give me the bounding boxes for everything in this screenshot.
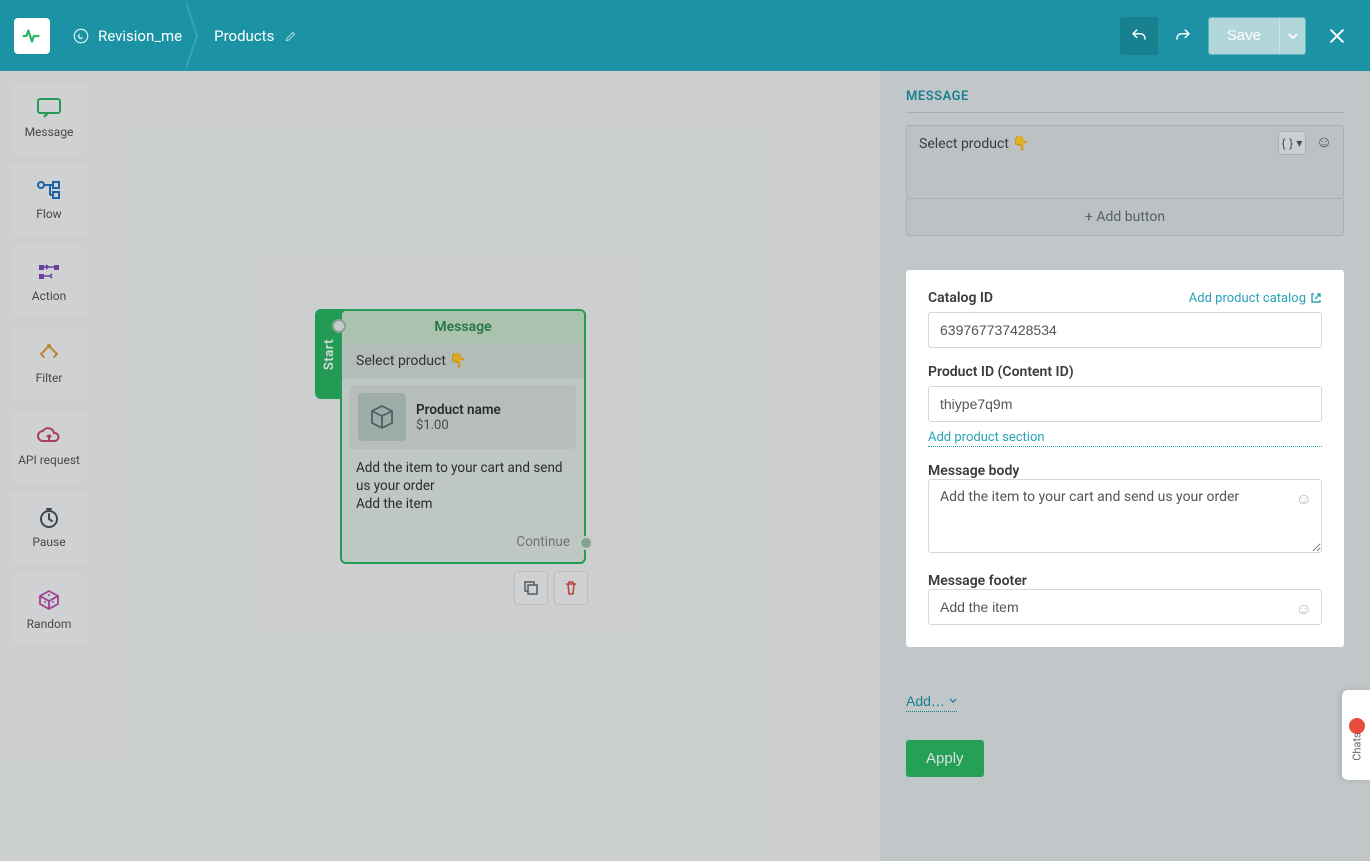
- add-element-menu[interactable]: Add…: [906, 693, 957, 712]
- undo-icon: [1130, 27, 1148, 45]
- node-title: Message: [342, 311, 584, 343]
- product-settings-card: Catalog ID Add product catalog Product I…: [906, 270, 1344, 647]
- emoji-button-body[interactable]: ☺: [1296, 489, 1312, 509]
- save-dropdown-button[interactable]: [1279, 18, 1305, 54]
- add-button[interactable]: + Add button: [906, 199, 1344, 236]
- properties-panel: MESSAGE Select product 👇 { } ▾ ☺ + Add b…: [880, 71, 1370, 861]
- apply-button[interactable]: Apply: [906, 740, 984, 777]
- node-port-in[interactable]: [332, 319, 346, 333]
- edit-icon[interactable]: [284, 29, 298, 43]
- app-header: Revision_me Products Save: [0, 0, 1370, 71]
- emoji-button-footer[interactable]: ☺: [1296, 599, 1312, 619]
- insert-variable-button[interactable]: { } ▾: [1278, 131, 1306, 155]
- product-id-input[interactable]: [928, 386, 1322, 422]
- whatsapp-icon: [72, 27, 90, 45]
- add-product-catalog-link[interactable]: Add product catalog: [1189, 291, 1322, 306]
- save-button[interactable]: Save: [1209, 18, 1279, 54]
- node-product-price: $1.00: [416, 418, 501, 433]
- node-product-card: Product name $1.00: [350, 385, 576, 449]
- message-node[interactable]: Message Select product 👇 Product name $1…: [340, 309, 586, 564]
- chats-indicator-icon: [1349, 718, 1365, 734]
- caret-down-icon: [949, 697, 957, 705]
- package-icon: [358, 393, 406, 441]
- external-link-icon: [1310, 292, 1322, 304]
- close-icon: [1327, 26, 1347, 46]
- chats-label: Chats: [1350, 732, 1363, 760]
- flow-canvas[interactable]: Start Message Select product 👇 Product n…: [0, 71, 880, 861]
- node-prompt: Select product 👇: [342, 343, 584, 379]
- breadcrumb-page-label: Products: [214, 27, 274, 45]
- message-footer-input[interactable]: [928, 589, 1322, 625]
- app-logo[interactable]: [14, 18, 50, 54]
- close-button[interactable]: [1318, 17, 1356, 55]
- breadcrumb-project[interactable]: Revision_me: [64, 0, 198, 71]
- product-id-label: Product ID (Content ID): [928, 364, 1074, 380]
- trash-icon: [563, 580, 579, 596]
- breadcrumb-page[interactable]: Products: [198, 0, 314, 71]
- panel-title: MESSAGE: [906, 89, 1344, 113]
- pulse-icon: [21, 25, 43, 47]
- redo-icon: [1174, 27, 1192, 45]
- catalog-id-label: Catalog ID: [928, 290, 993, 306]
- message-body-input[interactable]: [928, 479, 1322, 553]
- redo-button[interactable]: [1164, 17, 1202, 55]
- catalog-id-input[interactable]: [928, 312, 1322, 348]
- node-continue[interactable]: Continue: [342, 524, 584, 562]
- delete-node-button[interactable]: [554, 571, 588, 605]
- node-body-text: Add the item to your cart and send us yo…: [342, 455, 584, 524]
- duplicate-node-button[interactable]: [514, 571, 548, 605]
- undo-button[interactable]: [1120, 17, 1158, 55]
- copy-icon: [523, 580, 539, 596]
- chats-tab[interactable]: Chats: [1342, 690, 1370, 780]
- message-footer-label: Message footer: [928, 573, 1322, 589]
- emoji-button[interactable]: ☺: [1310, 131, 1338, 155]
- add-product-section-link[interactable]: Add product section: [928, 430, 1322, 447]
- node-product-name: Product name: [416, 402, 501, 418]
- caret-down-icon: [1288, 31, 1298, 41]
- message-body-label: Message body: [928, 463, 1322, 479]
- breadcrumb-project-label: Revision_me: [98, 27, 182, 45]
- node-port-out[interactable]: [579, 536, 593, 550]
